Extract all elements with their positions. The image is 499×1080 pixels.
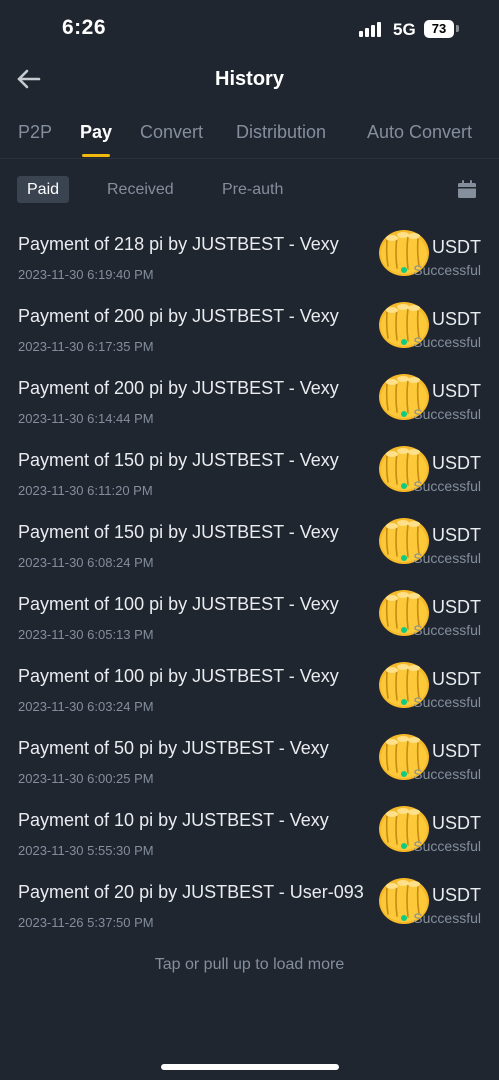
status-dot-icon [401,555,408,562]
status-label: Successful [413,622,481,638]
signal-icon [359,22,385,37]
transaction-title: Payment of 100 pi by JUSTBEST - Vexy [18,666,339,686]
load-more-button[interactable]: Tap or pull up to load more [0,956,499,974]
page-title: History [215,68,284,90]
battery-icon: 73 [424,20,454,38]
transaction-time: 2023-11-30 6:11:20 PM [18,483,153,498]
transaction-time: 2023-11-30 6:14:44 PM [18,411,154,426]
transaction-time: 2023-11-30 6:03:24 PM [18,699,154,714]
filter-received[interactable]: Received [107,176,174,203]
transaction-title: Payment of 50 pi by JUSTBEST - Vexy [18,738,329,758]
transaction-currency: USDT [432,237,481,257]
transaction-currency: USDT [432,381,481,401]
status-bar: 6:26 5G 73 [0,0,499,56]
transaction-time: 2023-11-30 6:05:13 PM [18,627,154,642]
status-label: Successful [413,262,481,278]
transaction-status: Successful [401,262,481,278]
transaction-currency: USDT [432,309,481,329]
transaction-currency: USDT [432,885,481,905]
transaction-time: 2023-11-30 6:00:25 PM [18,771,154,786]
transaction-time: 2023-11-26 5:37:50 PM [18,915,154,930]
status-dot-icon [401,411,408,418]
active-tab-indicator [82,154,110,157]
filter-pre-auth[interactable]: Pre-auth [222,176,283,203]
transaction-time: 2023-11-30 6:19:40 PM [18,267,154,282]
home-indicator [161,1064,339,1070]
status-label: Successful [413,406,481,422]
tab-auto-convert[interactable]: Auto Convert [367,122,472,143]
transaction-title: Payment of 150 pi by JUSTBEST - Vexy [18,522,339,542]
tab-distribution[interactable]: Distribution [236,122,326,143]
transaction-title: Payment of 218 pi by JUSTBEST - Vexy [18,234,339,254]
transaction-row[interactable]: Payment of 20 pi by JUSTBEST - User-093.… [0,878,499,954]
transaction-currency: USDT [432,453,481,473]
transaction-time: 2023-11-30 6:17:35 PM [18,339,154,354]
status-time: 6:26 [62,16,107,39]
tab-bar: P2P Pay Convert Distribution Auto Conver… [0,118,499,159]
transaction-status: Successful [401,838,481,854]
calendar-icon[interactable] [457,179,477,199]
transaction-status: Successful [401,694,481,710]
status-label: Successful [413,694,481,710]
transaction-status: Successful [401,622,481,638]
status-dot-icon [401,483,408,490]
transaction-status: Successful [401,406,481,422]
transaction-status: Successful [401,334,481,350]
status-dot-icon [401,339,408,346]
battery-cap [456,25,459,32]
transaction-title: Payment of 100 pi by JUSTBEST - Vexy [18,594,339,614]
status-label: Successful [413,838,481,854]
filter-paid[interactable]: Paid [17,176,70,203]
status-dot-icon [401,843,408,850]
status-dot-icon [401,267,408,274]
transaction-status: Successful [401,478,481,494]
transaction-status: Successful [401,550,481,566]
status-label: Successful [413,766,481,782]
transaction-title: Payment of 200 pi by JUSTBEST - Vexy [18,378,339,398]
tab-p2p[interactable]: P2P [18,122,52,143]
transaction-title: Payment of 20 pi by JUSTBEST - User-093.… [18,882,363,902]
tab-pay[interactable]: Pay [80,122,112,143]
status-dot-icon [401,627,408,634]
transaction-status: Successful [401,766,481,782]
tab-convert[interactable]: Convert [140,122,203,143]
transaction-time: 2023-11-30 6:08:24 PM [18,555,154,570]
status-dot-icon [401,915,408,922]
status-label: Successful [413,478,481,494]
transaction-currency: USDT [432,597,481,617]
transaction-title: Payment of 200 pi by JUSTBEST - Vexy [18,306,339,326]
transaction-currency: USDT [432,813,481,833]
transaction-currency: USDT [432,741,481,761]
transaction-title: Payment of 150 pi by JUSTBEST - Vexy [18,450,339,470]
transaction-time: 2023-11-30 5:55:30 PM [18,843,154,858]
status-label: Successful [413,550,481,566]
status-dot-icon [401,771,408,778]
status-label: Successful [413,334,481,350]
transaction-currency: USDT [432,669,481,689]
status-dot-icon [401,699,408,706]
transaction-title: Payment of 10 pi by JUSTBEST - Vexy [18,810,329,830]
status-label: Successful [413,910,481,926]
transaction-status: Successful [401,910,481,926]
network-label: 5G [393,20,416,39]
transaction-currency: USDT [432,525,481,545]
